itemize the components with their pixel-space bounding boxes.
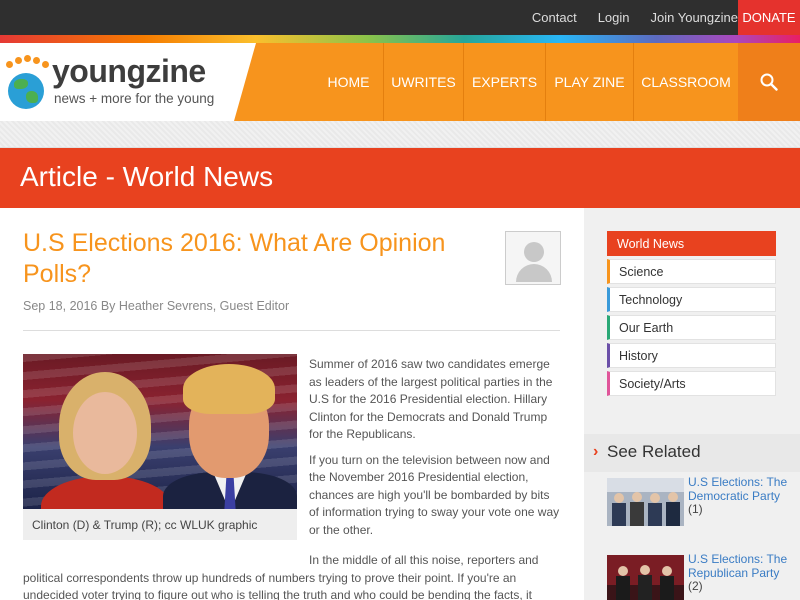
logo[interactable]: youngzine news + more for the young (0, 43, 255, 121)
photo-caption: Clinton (D) & Trump (R); cc WLUK graphic (23, 509, 297, 540)
site-header: youngzine news + more for the young HOME… (0, 43, 800, 121)
related-count: (1) (688, 502, 703, 516)
article-photo (23, 354, 297, 509)
paragraph-3: In the middle of all this noise, reporte… (23, 553, 539, 600)
related-item[interactable]: U.S Elections: The Republican Party (2) (607, 552, 787, 600)
category-technology[interactable]: Technology (607, 287, 776, 312)
join-link[interactable]: Join Youngzine (651, 10, 738, 25)
brand-tagline: news + more for the young (54, 91, 215, 106)
paragraph-2: If you turn on the television between no… (309, 452, 560, 537)
donate-button[interactable]: DONATE (738, 0, 800, 35)
trump-figure-hair (183, 364, 275, 414)
search-button[interactable] (738, 43, 800, 121)
avatar-body (516, 264, 552, 282)
nav-uwrites[interactable]: UWRITES (384, 43, 464, 121)
avatar-head (524, 242, 544, 262)
top-links: Contact Login Join Youngzine (511, 0, 738, 35)
see-related-header: › See Related (584, 434, 800, 472)
nav-experts[interactable]: EXPERTS (464, 43, 546, 121)
globe-icon (8, 73, 44, 109)
rainbow-divider (0, 35, 800, 43)
related-count: (2) (688, 579, 703, 593)
related-title[interactable]: U.S Elections: The Republican Party (2) (688, 552, 793, 594)
nav-classroom[interactable]: CLASSROOM (634, 43, 738, 121)
paragraph-1: Summer of 2016 saw two candidates emerge… (309, 357, 553, 441)
see-related-title: See Related (607, 442, 701, 461)
related-thumbnail[interactable] (607, 555, 684, 600)
login-link[interactable]: Login (598, 10, 630, 25)
main-nav: HOME UWRITES EXPERTS PLAY ZINE CLASSROOM (234, 43, 738, 121)
category-our-earth[interactable]: Our Earth (607, 315, 776, 340)
article-headline: U.S Elections 2016: What Are Opinion Pol… (23, 229, 446, 288)
related-item[interactable]: U.S Elections: The Democratic Party (1) (607, 475, 787, 532)
category-society-arts[interactable]: Society/Arts (607, 371, 776, 396)
nav-play-zine[interactable]: PLAY ZINE (546, 43, 634, 121)
article-body: Summer of 2016 saw two candidates emerge… (309, 356, 561, 547)
category-world-news[interactable]: World News (607, 231, 776, 256)
section-banner: Article - World News (0, 148, 800, 208)
people-icon (6, 55, 50, 71)
category-science[interactable]: Science (607, 259, 776, 284)
top-bar: Contact Login Join Youngzine DONATE (0, 0, 800, 35)
article-body-continued: In the middle of all this noise, reporte… (23, 552, 563, 600)
contact-link[interactable]: Contact (532, 10, 577, 25)
byline-divider (23, 330, 560, 331)
sidebar: World News Science Technology Our Earth … (584, 208, 800, 600)
search-icon (760, 73, 778, 91)
chevron-right-icon: › (593, 443, 599, 460)
article-byline: Sep 18, 2016 By Heather Sevrens, Guest E… (23, 299, 290, 313)
section-title: Article - World News (20, 161, 274, 192)
nav-home[interactable]: HOME (314, 43, 384, 121)
category-history[interactable]: History (607, 343, 776, 368)
related-thumbnail[interactable] (607, 478, 684, 526)
brand-name: youngzine (52, 53, 206, 89)
related-title[interactable]: U.S Elections: The Democratic Party (1) (688, 475, 793, 517)
header-pattern-strip (0, 121, 800, 148)
author-avatar (505, 231, 561, 285)
clinton-figure-face (73, 392, 137, 474)
